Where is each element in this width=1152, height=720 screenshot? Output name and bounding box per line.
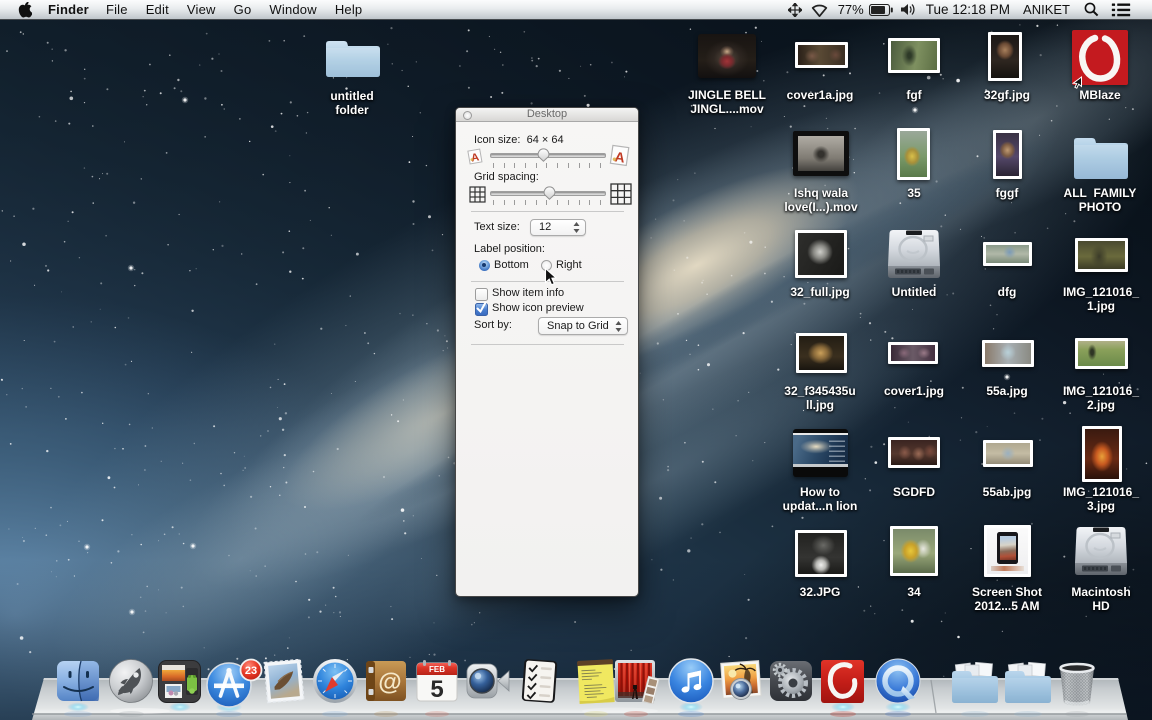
svg-text:FEB: FEB xyxy=(429,665,445,674)
svg-text:23: 23 xyxy=(245,665,257,677)
svg-text:5: 5 xyxy=(430,676,443,703)
svg-text:@: @ xyxy=(378,669,401,696)
